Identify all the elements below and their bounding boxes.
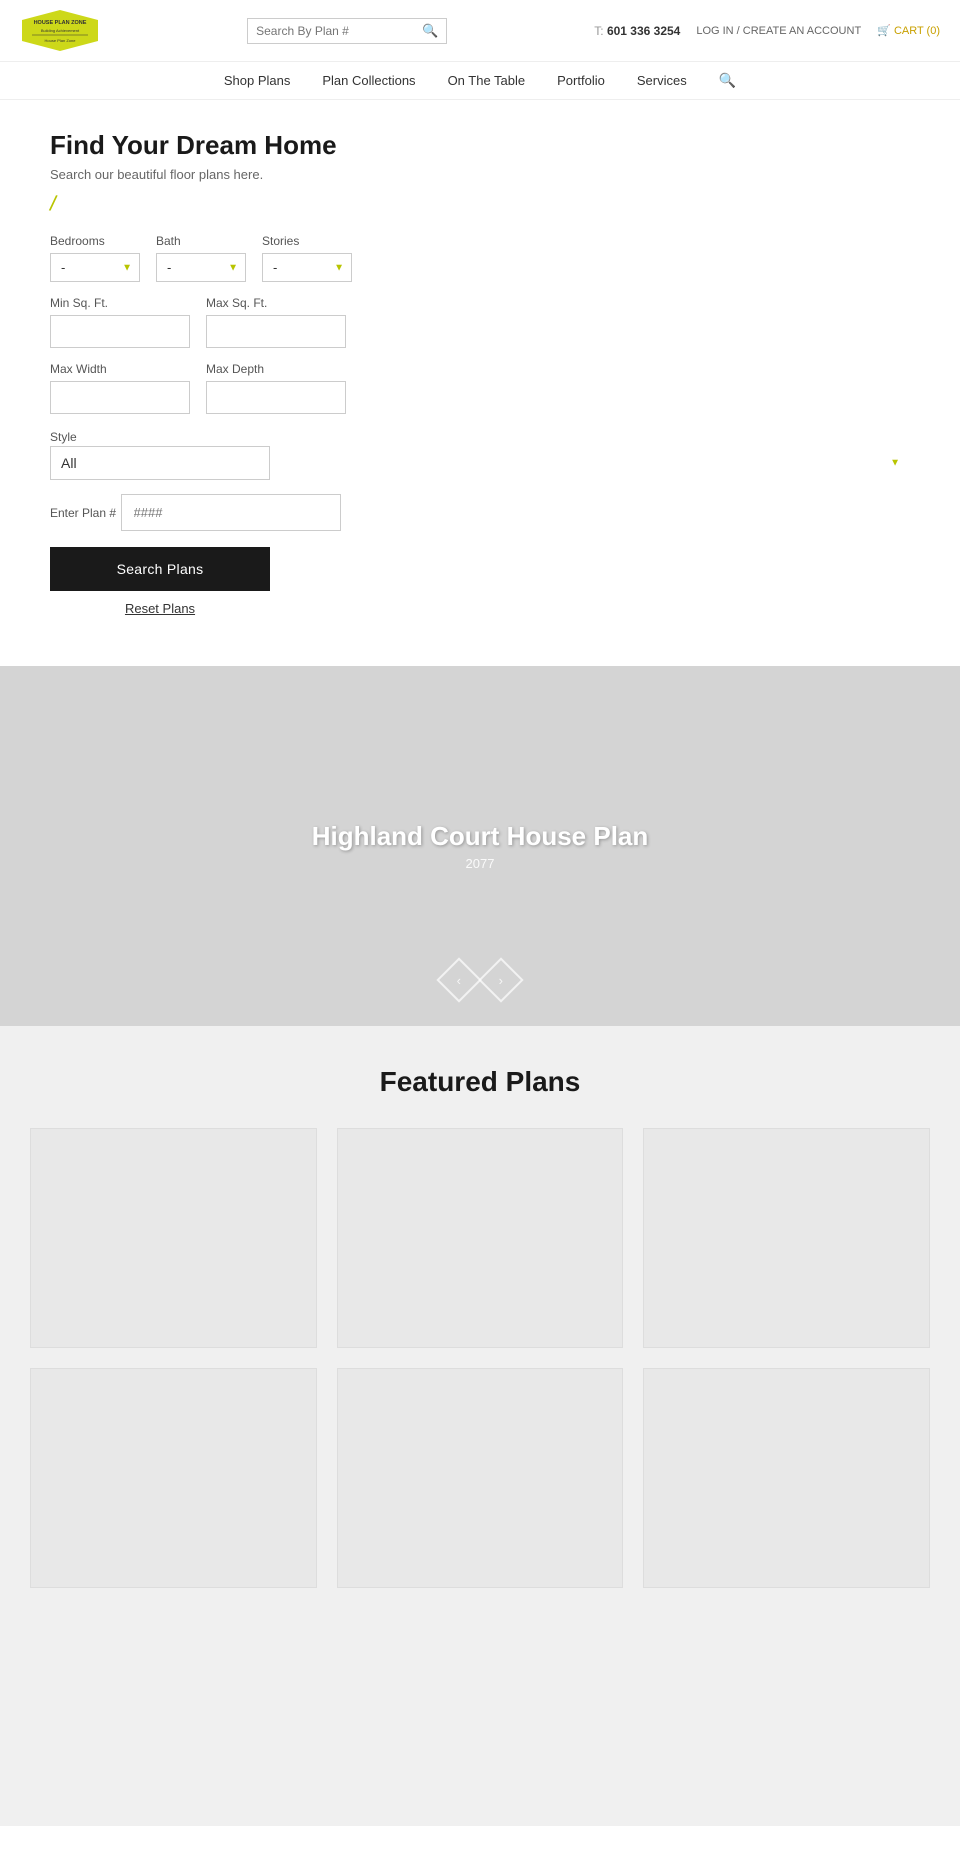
next-arrow-icon: ›	[499, 973, 503, 988]
banner-prev-button[interactable]: ‹	[436, 957, 481, 1002]
max-sqft-input[interactable]	[206, 315, 346, 348]
form-row-sqft: Min Sq. Ft. Max Sq. Ft.	[50, 296, 910, 348]
style-select-wrapper: All Colonial Craftsman European Modern R…	[50, 446, 910, 480]
bath-select[interactable]: - 1 1.5 2 2.5 3 4+	[156, 253, 246, 282]
reset-plans-link[interactable]: Reset Plans	[50, 601, 270, 616]
header-search-box[interactable]: 🔍	[247, 18, 447, 44]
max-depth-label: Max Depth	[206, 362, 346, 376]
plan-card[interactable]	[337, 1368, 624, 1588]
stories-select[interactable]: - 1 1.5 2 2.5 3+	[262, 253, 352, 282]
form-row-dimensions: Max Width Max Depth	[50, 362, 910, 414]
banner-next-button[interactable]: ›	[478, 957, 523, 1002]
svg-text:Building Achievement: Building Achievement	[41, 28, 80, 33]
max-width-label: Max Width	[50, 362, 190, 376]
style-dropdown-arrow: ▼	[890, 458, 900, 469]
max-width-group: Max Width	[50, 362, 190, 414]
stories-select-wrapper: - 1 1.5 2 2.5 3+ ▼	[262, 253, 352, 282]
plans-grid	[30, 1128, 930, 1588]
bath-select-wrapper: - 1 1.5 2 2.5 3 4+ ▼	[156, 253, 246, 282]
stories-group: Stories - 1 1.5 2 2.5 3+ ▼	[262, 234, 352, 282]
main-nav: Shop Plans Plan Collections On The Table…	[0, 62, 960, 100]
max-depth-group: Max Depth	[206, 362, 346, 414]
max-depth-input[interactable]	[206, 381, 346, 414]
plan-card[interactable]	[30, 1368, 317, 1588]
bedrooms-label: Bedrooms	[50, 234, 140, 248]
bedrooms-select-wrapper: - 1 2 3 4 5 6+ ▼	[50, 253, 140, 282]
max-sqft-label: Max Sq. Ft.	[206, 296, 346, 310]
plan-number-section: Enter Plan #	[50, 494, 910, 531]
bedrooms-group: Bedrooms - 1 2 3 4 5 6+ ▼	[50, 234, 140, 282]
plan-card[interactable]	[30, 1128, 317, 1348]
plan-card[interactable]	[643, 1368, 930, 1588]
featured-banner: Highland Court House Plan 2077 ‹ ›	[0, 666, 960, 1026]
search-plans-button[interactable]: Search Plans	[50, 547, 270, 591]
nav-portfolio[interactable]: Portfolio	[557, 73, 605, 88]
banner-navigation: ‹ ›	[443, 964, 517, 996]
plan-card[interactable]	[337, 1128, 624, 1348]
nav-services[interactable]: Services	[637, 73, 687, 88]
decorative-slash: /	[48, 190, 72, 219]
min-sqft-group: Min Sq. Ft.	[50, 296, 190, 348]
plan-card[interactable]	[643, 1128, 930, 1348]
cart-link[interactable]: 🛒 CART (0)	[877, 24, 940, 37]
page-subtitle: Search our beautiful floor plans here.	[50, 167, 910, 182]
banner-title: Highland Court House Plan	[312, 821, 649, 852]
style-select[interactable]: All Colonial Craftsman European Modern R…	[50, 446, 270, 480]
page-title: Find Your Dream Home	[50, 130, 910, 161]
bedrooms-select[interactable]: - 1 2 3 4 5 6+	[50, 253, 140, 282]
bath-label: Bath	[156, 234, 246, 248]
stories-label: Stories	[262, 234, 352, 248]
svg-text:House Plan Zone: House Plan Zone	[45, 38, 77, 43]
logo-area: HOUSE PLAN ZONE Building Achievement Hou…	[20, 8, 100, 53]
prev-arrow-icon: ‹	[457, 973, 461, 988]
bath-group: Bath - 1 1.5 2 2.5 3 4+ ▼	[156, 234, 246, 282]
main-content: Find Your Dream Home Search our beautifu…	[0, 100, 960, 646]
nav-search-icon[interactable]: 🔍	[719, 72, 736, 89]
form-row-1: Bedrooms - 1 2 3 4 5 6+ ▼ Bath - 1	[50, 234, 910, 282]
nav-shop-plans[interactable]: Shop Plans	[224, 73, 291, 88]
search-icon[interactable]: 🔍	[422, 23, 438, 39]
style-section: Style All Colonial Craftsman European Mo…	[50, 428, 910, 480]
header: HOUSE PLAN ZONE Building Achievement Hou…	[0, 0, 960, 62]
plan-number-input[interactable]	[121, 494, 341, 531]
min-sqft-label: Min Sq. Ft.	[50, 296, 190, 310]
plan-number-label: Enter Plan #	[50, 506, 116, 520]
phone-display: T: 601 336 3254	[594, 24, 680, 38]
header-search-input[interactable]	[256, 24, 422, 38]
max-sqft-group: Max Sq. Ft.	[206, 296, 346, 348]
style-label: Style	[50, 430, 77, 444]
nav-on-the-table[interactable]: On The Table	[448, 73, 526, 88]
banner-plan-number: 2077	[466, 856, 495, 871]
max-width-input[interactable]	[50, 381, 190, 414]
featured-plans-title: Featured Plans	[20, 1066, 940, 1098]
site-logo[interactable]: HOUSE PLAN ZONE Building Achievement Hou…	[20, 8, 100, 53]
header-right: T: 601 336 3254 LOG IN / CREATE AN ACCOU…	[594, 24, 940, 38]
nav-plan-collections[interactable]: Plan Collections	[322, 73, 415, 88]
login-link[interactable]: LOG IN / CREATE AN ACCOUNT	[696, 25, 861, 37]
min-sqft-input[interactable]	[50, 315, 190, 348]
svg-text:HOUSE PLAN ZONE: HOUSE PLAN ZONE	[34, 20, 87, 26]
featured-plans-section: Featured Plans	[0, 1026, 960, 1826]
